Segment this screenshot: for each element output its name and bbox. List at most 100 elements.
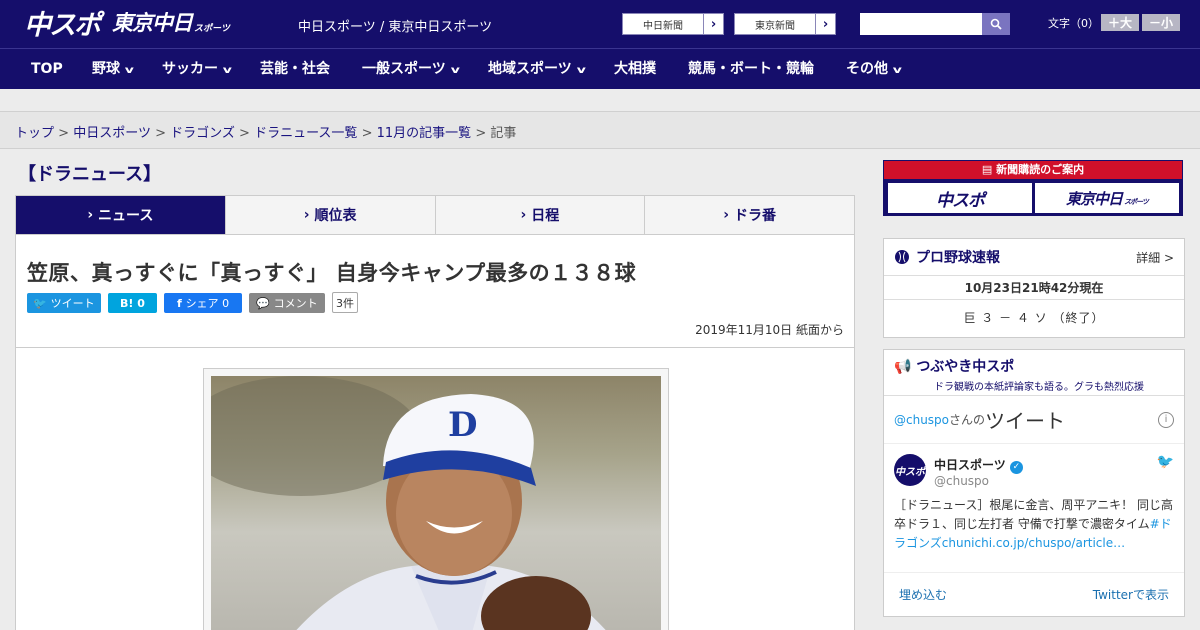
tab-schedule[interactable]: › 日程 [434,196,645,234]
subscribe-tokyo-text: 東京中日 [1066,189,1123,208]
hatena-count: 0 [137,296,145,310]
nav-label: 競馬・ボート・競輪 [688,61,814,77]
breadcrumb-sep: > [58,126,70,141]
twitter-handle-link[interactable]: @chuspo [894,413,949,427]
tweets-label: ツイート [985,409,1066,433]
pro-baseball-header: プロ野球速報 詳細 > [884,239,1184,276]
pro-baseball-score[interactable]: 巨 ３ － ４ ソ （終了） [884,300,1184,336]
tab-standings[interactable]: › 順位表 [224,196,435,234]
chevron-right-icon: › [815,14,835,34]
nav-other[interactable]: その他 v [846,49,902,89]
nav-local-sports[interactable]: 地域スポーツ v [488,49,586,89]
verified-icon: ✓ [1009,461,1023,474]
nav-label: サッカー [162,61,218,77]
comment-button[interactable]: 💬 コメント [249,293,325,313]
article-photo: D [203,368,669,630]
hatena-label: B! [120,296,134,310]
search-button[interactable] [982,13,1010,35]
category-title: 【ドラニュース】 [18,164,162,185]
chunichi-shimbun-label: 中日新聞 [643,20,683,32]
article: 笠原、真っすぐに「真っすぐ」 自身今キャンプ最多の１３８球 🐦 ツイート B! … [15,234,855,630]
nav-label: 芸能・社会 [260,61,330,77]
section-tabs: › ニュース › 順位表 › 日程 › ドラ番 [15,195,855,242]
font-larger-button[interactable]: ＋大 [1101,14,1139,31]
info-icon[interactable]: i [1158,411,1174,428]
comment-icon: 💬 [256,296,274,310]
tweets-header: @chuspo さんの ツイート i [884,396,1184,444]
font-smaller-button[interactable]: －小 [1142,14,1180,31]
breadcrumb-current: 記事 [490,126,517,141]
tweet-text: ［ドラニュース］根尾に金言、周平アニキ！ 同じ高卒ドラ１、同じ左打者 守備で打撃… [894,496,1176,553]
chevron-down-icon: v [450,65,460,76]
megaphone-icon: 📢 [894,359,917,375]
embed-link[interactable]: 埋め込む [899,586,947,603]
breadcrumb-top[interactable]: トップ [15,126,54,141]
nav-general-sports[interactable]: 一般スポーツ v [362,49,460,89]
chevron-right-icon: › [723,207,734,223]
share-count: 0 [222,296,230,310]
tokyo-chunichi-logo[interactable]: 東京中日 スポーツ [112,5,230,39]
twitter-icon: 🐦 [33,296,51,310]
facebook-icon: f [176,296,186,310]
tab-reporter[interactable]: › ドラ番 [644,196,854,234]
newspaper-icon: ▤ [981,163,997,176]
subscribe-tokyo-button[interactable]: 東京中日 スポーツ [1035,183,1179,213]
facebook-share-button[interactable]: f シェア 0 [164,293,242,313]
comment-label: コメント [273,297,318,310]
chevron-right-icon: › [87,207,99,223]
subscribe-banner[interactable]: ▤ 新聞購読のご案内 中スポ 東京中日 スポーツ [883,160,1183,216]
twitter-widget-header: 📢 つぶやき中スポ ドラ観戦の本紙評論家も語る。グラも熱烈応援 [884,350,1184,396]
nav-label: TOP [31,61,63,77]
twitter-widget-footer: 埋め込む Twitterで表示 [884,572,1184,616]
tweet-body: ［ドラニュース］根尾に金言、周平アニキ！ 同じ高卒ドラ１、同じ左打者 守備で打撃… [894,498,1173,531]
nav-entertainment[interactable]: 芸能・社会 [260,49,330,89]
site-header: 中スポ 東京中日 スポーツ 中日スポーツ / 東京中日スポーツ 中日新聞 › 東京新… [0,0,1200,48]
breadcrumb-sep: > [361,126,373,141]
tweet-author-handle[interactable]: @chuspo [934,474,989,488]
twitter-widget: 📢 つぶやき中スポ ドラ観戦の本紙評論家も語る。グラも熱烈応援 @chuspo … [883,349,1185,617]
breadcrumb-sep: > [475,126,487,141]
nav-soccer[interactable]: サッカー v [162,49,232,89]
tokyo-logo-text: 東京中日 [112,11,193,35]
subscribe-tokyo-sub: スポーツ [1124,198,1149,206]
search-input[interactable] [860,13,982,35]
nav-label: 一般スポーツ [362,61,446,77]
chevron-down-icon: v [892,65,902,76]
nav-racing[interactable]: 競馬・ボート・競輪 [688,49,814,89]
nav-top[interactable]: TOP [31,49,63,89]
nav-label: 地域スポーツ [488,61,572,77]
tokyo-shimbun-button[interactable]: 東京新聞 › [734,13,836,35]
tab-label: 日程 [531,208,560,224]
chunichi-shimbun-button[interactable]: 中日新聞 › [622,13,724,35]
nav-baseball[interactable]: 野球 v [92,49,134,89]
pro-baseball-title: プロ野球速報 [916,250,1000,266]
subscribe-title-text: 新聞購読のご案内 [996,163,1085,176]
breadcrumb-november[interactable]: 11月の記事一覧 [377,126,472,141]
chuspo-logo[interactable]: 中スポ [24,5,101,41]
breadcrumb-chuspo[interactable]: 中日スポーツ [73,126,151,141]
tweet-author-name[interactable]: 中日スポーツ ✓ [934,456,1023,474]
nav-sumo[interactable]: 大相撲 [614,49,656,89]
tokyo-logo-sub: スポーツ [194,23,230,34]
avatar[interactable]: 中スポ [894,454,926,486]
font-size-label: 文字（0） [1048,17,1099,30]
share-label: シェア [185,297,219,310]
twitter-widget-title-text: つぶやき中スポ [916,359,1015,375]
tweet-button[interactable]: 🐦 ツイート [27,293,101,313]
subscribe-chuspo-button[interactable]: 中スポ [888,183,1032,213]
breadcrumb-news-list[interactable]: ドラニュース一覧 [254,126,357,141]
pro-baseball-more-link[interactable]: 詳細 > [1136,249,1174,266]
twitter-bird-icon: 🐦 [1156,454,1174,470]
tab-news[interactable]: › ニュース [16,196,225,242]
view-on-twitter-link[interactable]: Twitterで表示 [1093,586,1169,603]
tab-label: ニュース [98,208,154,224]
chevron-right-icon: › [703,14,723,34]
hatena-bookmark-button[interactable]: B! 0 [108,293,157,313]
main-nav: TOP 野球 v サッカー v 芸能・社会 一般スポーツ v 地域スポーツ v 大相撲 … [0,48,1200,89]
breadcrumb-dragons[interactable]: ドラゴンズ [170,126,235,141]
tokyo-shimbun-label: 東京新聞 [755,20,795,32]
breadcrumb-sep: > [155,126,166,141]
breadcrumb: トップ > 中日スポーツ > ドラゴンズ > ドラニュース一覧 > 11月の記事… [0,111,1200,149]
twitter-widget-title: 📢 つぶやき中スポ [894,356,1174,376]
tweet-label: ツイート [50,297,95,310]
